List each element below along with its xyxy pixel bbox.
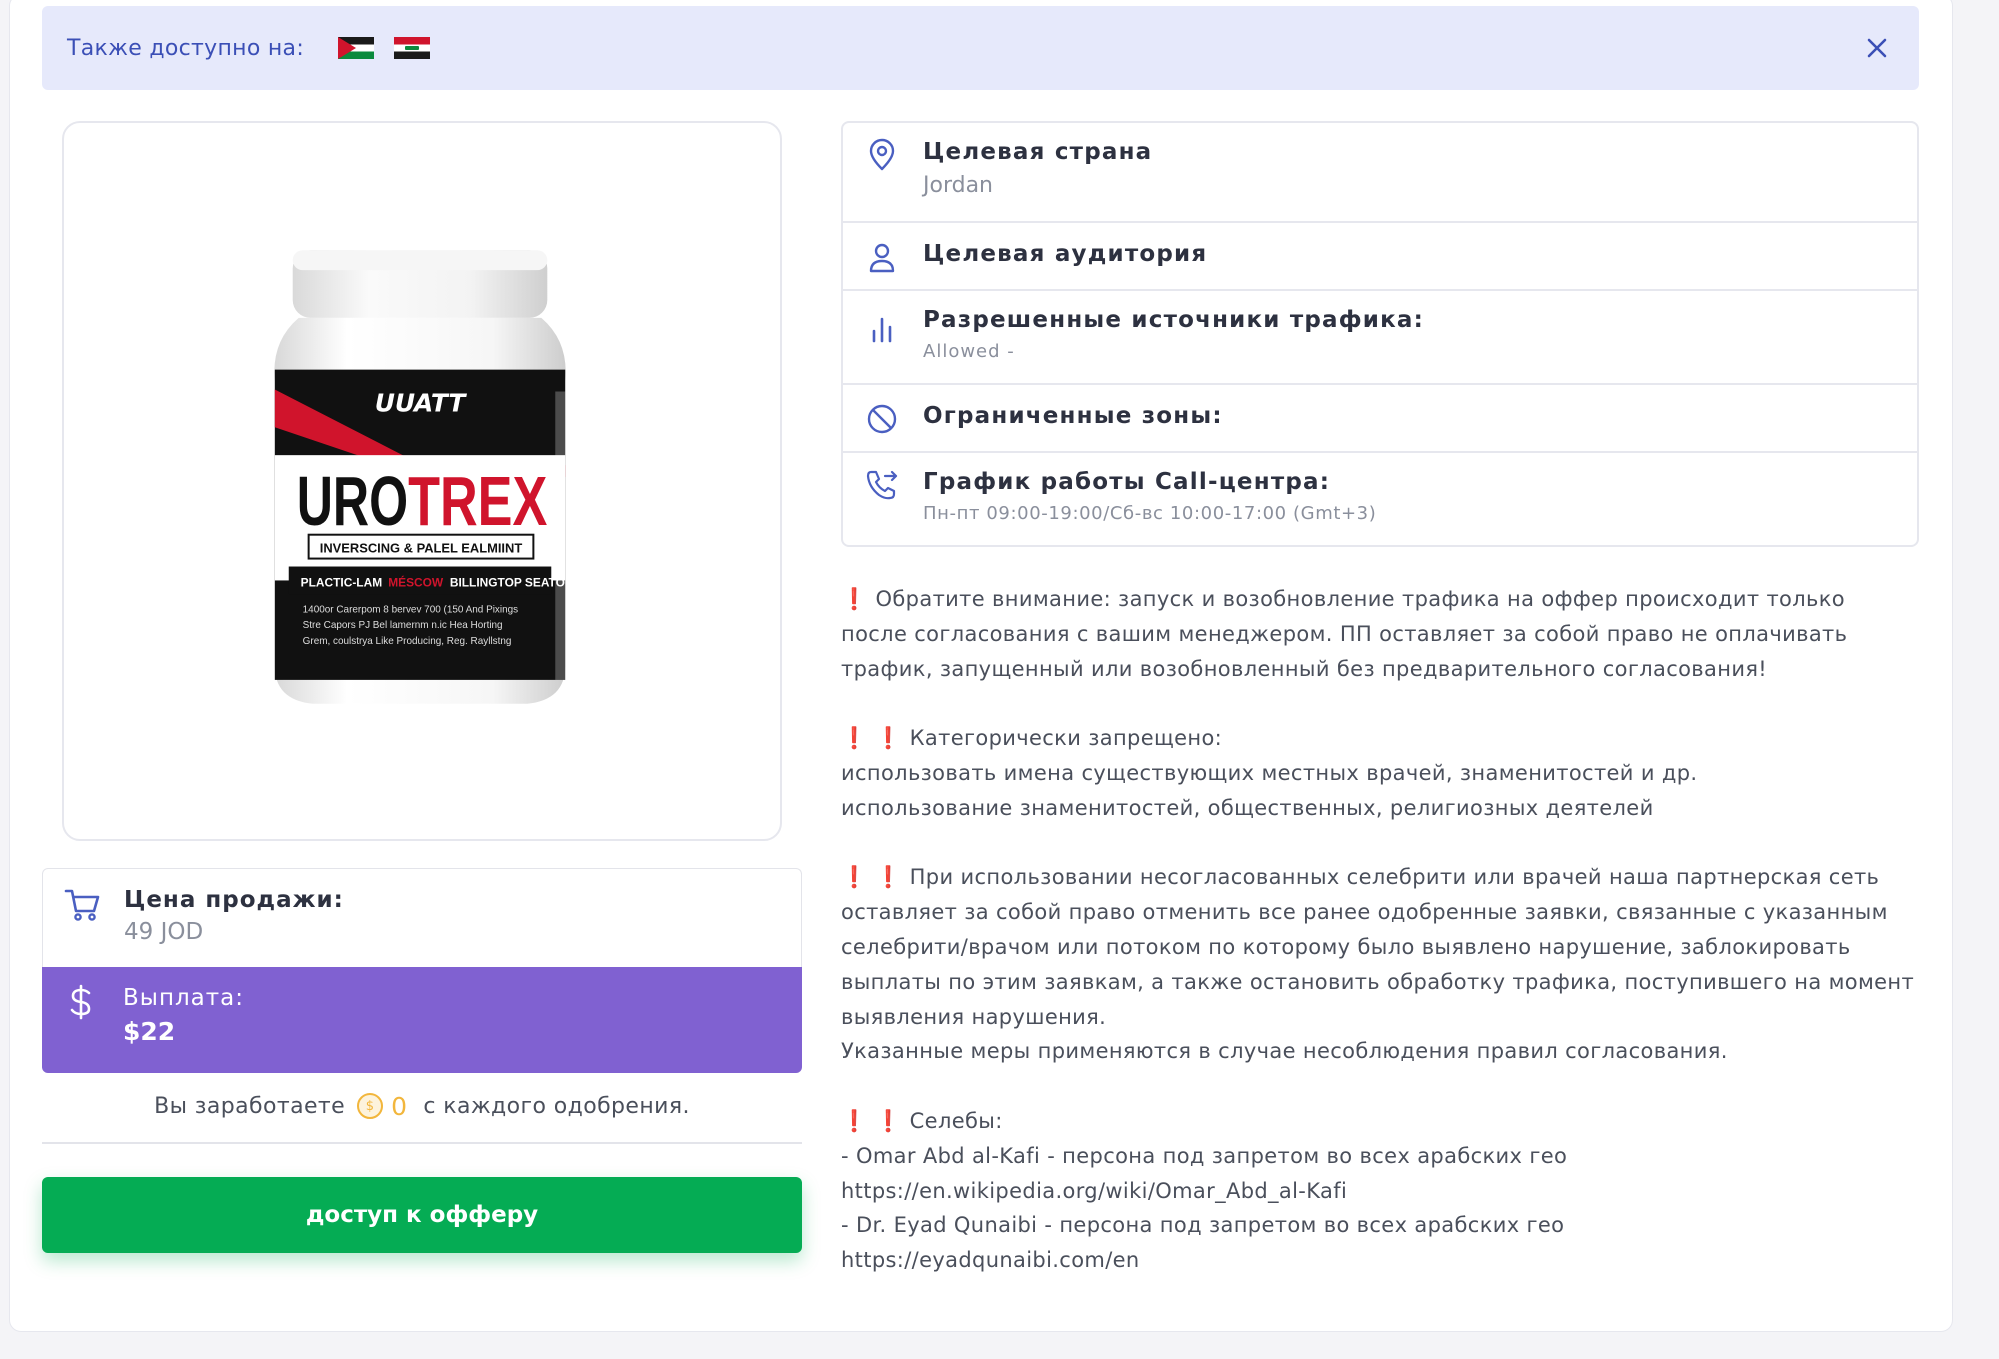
note-celebs: ❗ ❗ Селебы: - Omar Abd al-Kafi - персона … [841, 1104, 1921, 1278]
payout-value: $22 [123, 1017, 176, 1046]
bar-chart-icon [872, 317, 892, 343]
product-name-part1: URO [297, 462, 408, 540]
close-banner-button[interactable] [1859, 30, 1895, 66]
warning-icon: ❗ [841, 587, 868, 611]
iraq-flag-icon[interactable] [394, 37, 431, 59]
divider [42, 1142, 802, 1144]
restricted-zones-row: Ограниченные зоны: [843, 385, 1917, 453]
call-center-row: График работы Call-центра: Пн-пт 09:00-1… [843, 453, 1917, 549]
warning-icon: ❗ ❗ [841, 726, 902, 751]
note-prohibited: ❗ ❗ Категорически запрещено: использовать… [841, 721, 1921, 825]
ban-icon [867, 404, 897, 434]
product-brand: UUATT [375, 388, 468, 417]
target-audience-row: Целевая аудитория [843, 223, 1917, 291]
product-jar-illustration: UUATT URO TREX INVERSCING & PALEL EALMII… [274, 250, 581, 704]
target-country-value: Jordan [923, 173, 993, 198]
note-line: выплаты по этим заявкам, а также останов… [841, 969, 1915, 994]
payout-title: Выплата: [123, 985, 245, 1011]
note-line: Указанные меры применяются в случае несо… [841, 1039, 1728, 1064]
call-center-value: Пн-пт 09:00-19:00/Сб-вс 10:00-17:00 (Gmt… [923, 503, 1377, 524]
jordan-flag-icon[interactable] [338, 37, 375, 59]
user-icon [869, 243, 895, 273]
coin-icon: $ [357, 1093, 384, 1119]
target-country-row: Целевая страна Jordan [843, 123, 1917, 223]
call-center-title: График работы Call-центра: [923, 469, 1331, 495]
availability-banner: Также доступно на: [42, 6, 1919, 90]
earn-prefix: Вы заработаете [154, 1093, 346, 1119]
phone-forward-icon [866, 470, 898, 500]
product-bullet-2: Stre Capors PJ Bel lamernm n.ic Hea Hort… [303, 620, 503, 631]
note-line: использовать имена существующих местных … [841, 760, 1698, 785]
note-line: - Dr. Eyad Qunaibi - персона под запрето… [841, 1213, 1565, 1238]
product-strip-1: PLACTIC-LAM [301, 575, 383, 589]
traffic-sources-row: Разрешенные источники трафика: Allowed - [843, 291, 1917, 385]
note-line: - Omar Abd al-Kafi - персона под запрето… [841, 1143, 1568, 1168]
cart-icon [64, 889, 100, 921]
earn-suffix: с каждого одобрения. [423, 1093, 690, 1119]
location-pin-icon [869, 138, 895, 171]
note-line: Категорически запрещено: [909, 726, 1223, 751]
restricted-zones-title: Ограниченные зоны: [923, 403, 1223, 429]
note-link[interactable]: https://eyadqunaibi.com/en [841, 1243, 1921, 1278]
note-line: селебрити/врачом или потоком по которому… [841, 934, 1851, 959]
note-line: трафик, запущенный или возобновленный бе… [841, 656, 1768, 681]
dollar-icon [70, 984, 91, 1020]
flag-list [338, 37, 431, 59]
offer-access-button[interactable]: доступ к офферу [42, 1177, 802, 1253]
product-strip-2: MÉSCOW [388, 574, 444, 589]
product-bullet-3: Grem, coulstrya Like Producing, Reg. Ray… [303, 636, 512, 647]
note-line: оставляет за собой право отменить все ра… [841, 900, 1888, 925]
note-line: Селебы: [909, 1108, 1003, 1133]
note-sanctions: ❗ ❗ При использовании несогласованных сел… [841, 860, 1921, 1069]
note-line: Обратите внимание: запуск и возобновлени… [875, 587, 1845, 611]
product-image: UUATT URO TREX INVERSCING & PALEL EALMII… [62, 121, 782, 841]
traffic-sources-value: Allowed - [923, 341, 1015, 362]
note-line: выявления нарушения. [841, 1004, 1107, 1029]
note-line: использование знаменитостей, общественны… [841, 795, 1654, 820]
note-link[interactable]: https://en.wikipedia.org/wiki/Omar_Abd_a… [841, 1174, 1921, 1209]
warning-icon: ❗ ❗ [841, 865, 902, 890]
banner-label: Также доступно на: [67, 35, 305, 61]
warning-icon: ❗ ❗ [841, 1108, 902, 1133]
target-country-title: Целевая страна [923, 139, 1153, 165]
payout-box: Выплата: $22 [42, 967, 802, 1073]
note-line: При использовании несогласованных селебр… [909, 865, 1880, 890]
sale-price-box: Цена продажи: 49 JOD [42, 868, 802, 968]
price-value: 49 JOD [124, 919, 204, 945]
product-bullet-1: 1400or Carerpom 8 bervev 700 (150 And Pi… [303, 604, 518, 615]
traffic-sources-title: Разрешенные источники трафика: [923, 307, 1425, 333]
close-icon [1867, 38, 1887, 58]
offer-info-panel: Целевая страна Jordan Целевая аудитория … [841, 121, 1919, 547]
price-title: Цена продажи: [124, 887, 344, 913]
earn-info: Вы заработаете $ 0 с каждого одобрения. [42, 1086, 802, 1126]
earn-amount: 0 [391, 1091, 408, 1121]
target-audience-title: Целевая аудитория [923, 241, 1208, 267]
note-approval: ❗ Обратите внимание: запуск и возобновлен… [841, 582, 1921, 686]
note-line: после согласования с вашим менеджером. П… [841, 621, 1848, 646]
product-tagline: INVERSCING & PALEL EALMIINT [320, 541, 523, 556]
offer-notes: ❗ Обратите внимание: запуск и возобновлен… [841, 582, 1921, 1313]
product-name-part2: TREX [408, 462, 547, 540]
